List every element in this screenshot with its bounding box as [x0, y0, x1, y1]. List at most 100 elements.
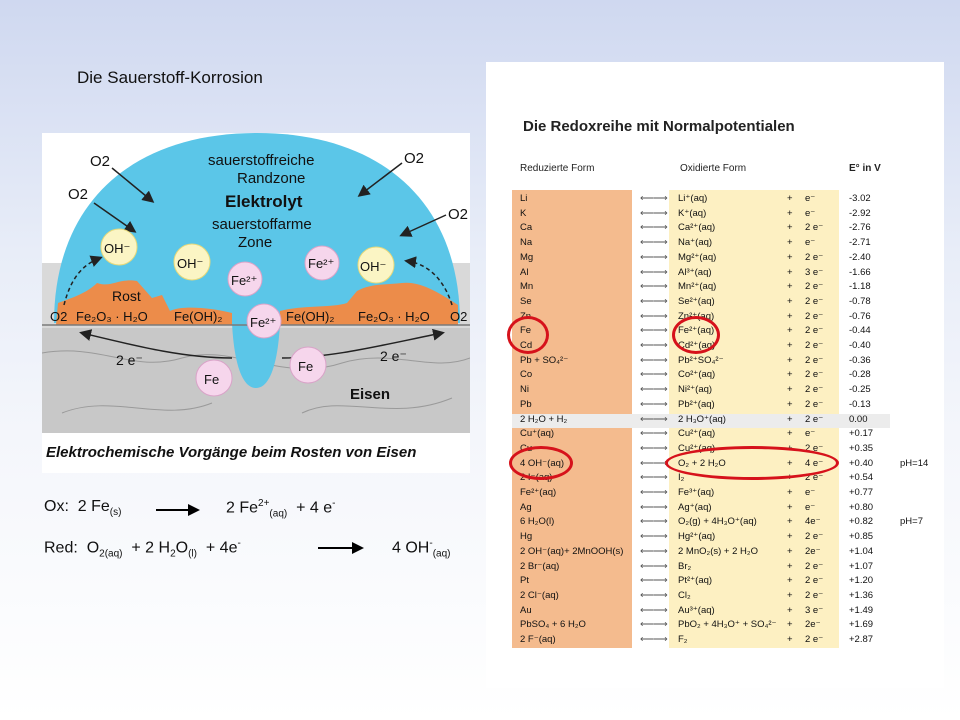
reduced-form-cell: Mn [520, 281, 534, 293]
equilibrium-arrow: ⟵⟶ [640, 531, 668, 543]
equilibrium-arrow: ⟵⟶ [640, 193, 668, 204]
potential-cell: +1.20 [849, 575, 874, 587]
ph-note-cell: pH=14 [900, 457, 929, 469]
table-row: Pb + SO₄²⁻ ⟵⟶ Pb²⁺SO₄²⁻ +2 e⁻ -0.36 [512, 355, 890, 370]
table-row: Pb ⟵⟶ Pb²⁺(aq) +2 e⁻ -0.13 [512, 399, 890, 414]
potential-cell: -0.40 [849, 340, 871, 351]
reduced-form-cell: Cu⁺(aq) [520, 428, 555, 440]
plus-cell: + [787, 560, 793, 572]
electron-label: 2 e⁻ [116, 352, 143, 368]
equilibrium-arrow: ⟵⟶ [640, 472, 668, 484]
table-row: Hg ⟵⟶ Hg²⁺(aq) +2 e⁻ +0.85 [512, 531, 890, 546]
electron-cell: 2 e⁻ [805, 531, 824, 543]
feoh2-label: Fe(OH)₂ [174, 309, 222, 324]
reduction-equation-right: 4 OH-(aq) [392, 538, 451, 560]
reduced-form-cell: Na [520, 237, 533, 249]
rust-label: Rost [112, 288, 141, 304]
oxidized-form-cell: 2 MnO₂(s) + 2 H₂O [678, 545, 758, 557]
potential-cell: +0.35 [849, 442, 874, 454]
equilibrium-arrow: ⟵⟶ [640, 634, 668, 645]
fe-label: Fe [204, 372, 219, 387]
equilibrium-arrow: ⟵⟶ [640, 354, 668, 366]
plus-cell: + [787, 281, 793, 293]
electron-cell: 2 e⁻ [805, 310, 824, 322]
fe2o3-label: Fe₂O₃ · H₂O [76, 309, 148, 324]
equilibrium-arrow: ⟵⟶ [640, 604, 668, 616]
o2-label: O2 [68, 186, 88, 203]
equilibrium-arrow: ⟵⟶ [640, 384, 668, 396]
table-row: Ca ⟵⟶ Ca²⁺(aq) +2 e⁻ -2.76 [512, 222, 890, 237]
reduced-form-cell: K [520, 207, 527, 219]
equilibrium-arrow: ⟵⟶ [640, 340, 668, 351]
electron-cell: 2 e⁻ [805, 295, 824, 307]
plus-cell: + [787, 487, 793, 498]
reduced-form-cell: PbSO₄ + 6 H₂O [520, 619, 586, 631]
potential-cell: +0.17 [849, 428, 874, 440]
potential-cell: -0.44 [849, 325, 871, 337]
potential-cell: -1.18 [849, 281, 871, 293]
plus-cell: + [787, 384, 793, 396]
o2-label: O2 [450, 309, 467, 324]
table-row: 2 Br⁻(aq) ⟵⟶ Br₂ +2 e⁻ +1.07 [512, 561, 890, 576]
plus-cell: + [787, 545, 793, 557]
reduced-form-cell: Au [520, 604, 532, 616]
table-row: 6 H₂O(l) ⟵⟶ O₂(g) + 4H₃O⁺(aq) +4e⁻ +0.82 pH=7 [512, 516, 923, 531]
oxidized-form-cell: Ni²⁺(aq) [678, 384, 713, 396]
reduced-form-cell: 6 H₂O(l) [520, 516, 555, 528]
equilibrium-arrow: ⟵⟶ [640, 251, 668, 263]
equilibrium-arrow: ⟵⟶ [640, 413, 668, 425]
plus-cell: + [787, 531, 793, 543]
oxidized-form-cell: Fe³⁺(aq) [678, 487, 715, 498]
potential-cell: -1.66 [849, 266, 871, 278]
feoh2-label: Fe(OH)₂ [286, 309, 334, 324]
table-row: 2 F⁻(aq) ⟵⟶ F₂ +2 e⁻ +2.87 [512, 634, 890, 649]
equilibrium-arrow: ⟵⟶ [640, 501, 668, 513]
oxidized-form-cell: K⁺(aq) [678, 207, 707, 219]
table-row: Ag ⟵⟶ Ag⁺(aq) + e⁻ +0.80 [512, 502, 890, 517]
table-row: Li ⟵⟶ Li⁺(aq) + e⁻ -3.02 [512, 193, 890, 208]
potential-cell: +1.04 [849, 545, 874, 557]
reduced-form-cell: Li [520, 193, 528, 204]
reduced-form-cell: Ca [520, 222, 533, 234]
highlight-fe [507, 316, 549, 354]
electron-cell: 2 e⁻ [805, 589, 824, 601]
potential-cell: +0.54 [849, 472, 874, 484]
reduced-form-cell: 2 Br⁻(aq) [520, 560, 560, 572]
electron-cell: e⁻ [805, 193, 816, 204]
table-row: Cu⁺(aq) ⟵⟶ Cu²⁺(aq) + e⁻ +0.17 [512, 428, 890, 443]
potential-cell: -0.28 [849, 369, 871, 381]
table-row: 2 H₂O + H₂ ⟵⟶ 2 H₃O⁺(aq) +2 e⁻ 0.00 [512, 413, 890, 429]
header-oxidized: Oxidierte Form [680, 163, 747, 174]
table-row: Fe²⁺(aq) ⟵⟶ Fe³⁺(aq) + e⁻ +0.77 [512, 487, 890, 502]
oxidized-form-cell: Pb²⁺SO₄²⁻ [678, 354, 724, 366]
equilibrium-arrow: ⟵⟶ [640, 207, 668, 219]
potential-cell: -2.40 [849, 251, 871, 263]
table-row: Ni ⟵⟶ Ni²⁺(aq) +2 e⁻ -0.25 [512, 384, 890, 399]
electron-cell: 3 e⁻ [805, 266, 824, 278]
plus-cell: + [787, 295, 793, 307]
equilibrium-arrow: ⟵⟶ [640, 222, 668, 234]
oxidized-form-cell: Mn²⁺(aq) [678, 281, 717, 293]
reduced-form-cell: Mg [520, 251, 534, 263]
reduced-form-cell: Ag [520, 501, 532, 513]
electron-cell: 3 e⁻ [805, 604, 824, 616]
electron-cell: 2 e⁻ [805, 340, 824, 351]
electron-label: 2 e⁻ [380, 348, 407, 364]
oxidized-form-cell: Li⁺(aq) [678, 193, 708, 204]
oxidized-form-cell: Na⁺(aq) [678, 237, 713, 249]
fe2o3-label: Fe₂O₃ · H₂O [358, 309, 430, 324]
corrosion-diagram-svg: O2 O2 O2 O2 sauerstoffreiche Randzone El… [42, 133, 470, 461]
corrosion-illustration: O2 O2 O2 O2 sauerstoffreiche Randzone El… [42, 133, 470, 473]
table-row: Al ⟵⟶ Al³⁺(aq) +3 e⁻ -1.66 [512, 267, 890, 282]
oxidized-form-cell: Al³⁺(aq) [678, 266, 712, 278]
equilibrium-arrow: ⟵⟶ [640, 428, 668, 440]
plus-cell: + [787, 325, 793, 337]
oxidized-form-cell: Mg²⁺(aq) [678, 251, 717, 263]
iron-label: Eisen [350, 386, 390, 403]
electron-cell: 2 e⁻ [805, 634, 824, 645]
reduction-equation-left: Red: O2(aq) + 2 H2O(l) + 4e- [44, 538, 241, 560]
plus-cell: + [787, 619, 793, 631]
oxidation-arrow [156, 504, 200, 516]
potential-cell: -2.76 [849, 222, 871, 234]
fe2-label: Fe²⁺ [308, 256, 334, 271]
